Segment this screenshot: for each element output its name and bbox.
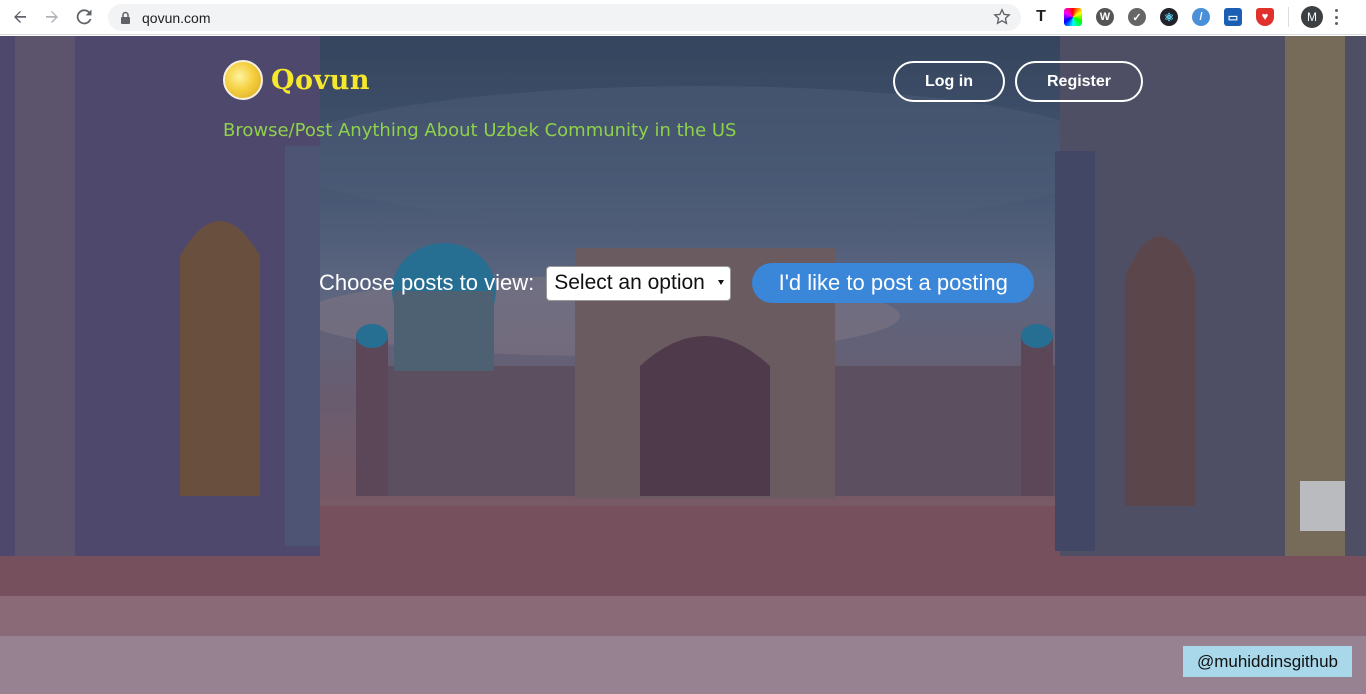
bookmark-star-icon[interactable] <box>993 8 1011 26</box>
site-logo[interactable]: Qovun <box>223 60 370 100</box>
wordpress-extension-icon[interactable]: W <box>1096 8 1114 26</box>
screen-extension-icon[interactable]: ▭ <box>1224 8 1242 26</box>
text-t-extension-icon[interactable]: T <box>1032 8 1050 26</box>
url-text[interactable]: qovun.com <box>142 10 210 26</box>
toolbar-separator <box>1288 7 1289 27</box>
github-watermark: @muhiddinsgithub <box>1183 646 1352 677</box>
profile-avatar[interactable]: M <box>1301 6 1323 28</box>
login-button[interactable]: Log in <box>893 61 1005 102</box>
forward-icon[interactable] <box>40 5 64 29</box>
page-hero: Qovun Browse/Post Anything About Uzbek C… <box>0 36 1366 694</box>
blue-circle-extension-icon[interactable]: / <box>1192 8 1210 26</box>
site-name: Qovun <box>271 64 370 96</box>
lock-icon <box>120 11 132 25</box>
back-icon[interactable] <box>8 5 32 29</box>
address-bar[interactable]: qovun.com <box>108 4 1021 31</box>
dropdown-caret-icon <box>718 279 725 285</box>
melon-logo-icon <box>223 60 263 100</box>
select-value: Select an option <box>554 271 705 294</box>
check-extension-icon[interactable]: ✓ <box>1128 8 1146 26</box>
register-button[interactable]: Register <box>1015 61 1143 102</box>
shield-extension-icon[interactable]: ♥ <box>1256 8 1274 26</box>
extensions-bar: T W ✓ ⚛ / ▭ ♥ M <box>1032 6 1339 28</box>
site-tagline: Browse/Post Anything About Uzbek Communi… <box>223 120 737 141</box>
post-a-posting-button[interactable]: I'd like to post a posting <box>752 263 1035 303</box>
post-chooser: Choose posts to view: Select an option I… <box>319 263 1035 303</box>
choose-posts-label: Choose posts to view: <box>319 270 535 295</box>
reload-icon[interactable] <box>72 5 96 29</box>
browser-toolbar: qovun.com T W ✓ ⚛ / ▭ ♥ M <box>0 0 1366 35</box>
color-picker-extension-icon[interactable] <box>1064 8 1082 26</box>
menu-icon[interactable] <box>1335 9 1339 25</box>
posts-category-select[interactable]: Select an option <box>546 265 732 301</box>
react-devtools-icon[interactable]: ⚛ <box>1160 8 1178 26</box>
